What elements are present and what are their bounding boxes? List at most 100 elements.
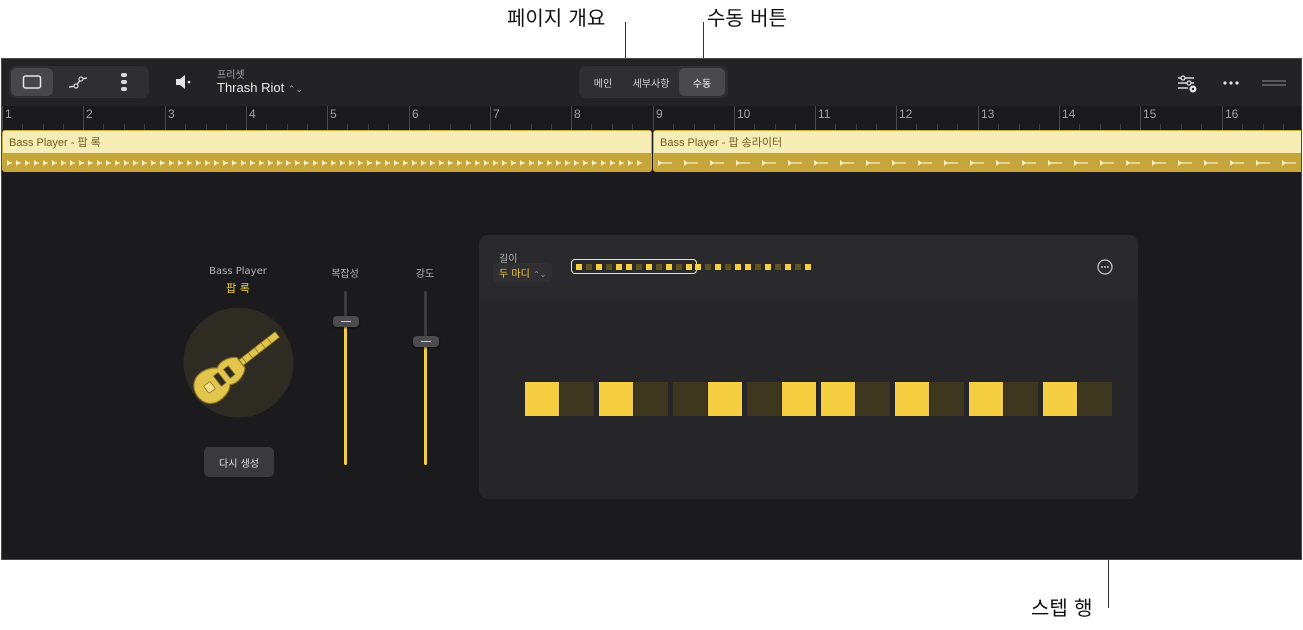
- region-1[interactable]: Bass Player - 팝 록: [2, 130, 652, 172]
- note-head: [169, 160, 173, 166]
- note-head: [610, 160, 614, 166]
- step-group: [747, 382, 817, 416]
- note-head: [601, 160, 605, 166]
- note-head: [457, 160, 461, 166]
- note-head: [574, 160, 578, 166]
- step-cell[interactable]: [673, 382, 707, 416]
- length-selector[interactable]: 두 마디 ⌃⌄: [493, 263, 553, 282]
- note-head: [214, 160, 218, 166]
- note-head: [367, 160, 371, 166]
- bar-tick: [165, 106, 166, 130]
- step-cell[interactable]: [821, 382, 855, 416]
- step-cell[interactable]: [782, 382, 816, 416]
- step-cell[interactable]: [708, 382, 742, 416]
- tab-details[interactable]: 세부사항: [625, 68, 677, 96]
- note-head: [97, 160, 101, 166]
- step-cell[interactable]: [969, 382, 1003, 416]
- player-name: Bass Player: [209, 266, 267, 277]
- step-cell[interactable]: [1078, 382, 1112, 416]
- page-overview-2[interactable]: [691, 259, 815, 274]
- tab-main[interactable]: 메인: [583, 68, 623, 96]
- bar-number: 7: [493, 107, 500, 121]
- step-group: [673, 382, 743, 416]
- note-head: [376, 160, 380, 166]
- more-button[interactable]: [1219, 71, 1243, 95]
- overview-step: [755, 263, 761, 270]
- drummer-lanes-button[interactable]: [103, 68, 145, 96]
- note-head: [628, 160, 632, 166]
- preset-selector[interactable]: Thrash Riot ⌃⌄: [217, 80, 303, 95]
- automation-button[interactable]: [57, 68, 99, 96]
- note-head: [7, 160, 11, 166]
- note-head: [814, 160, 818, 166]
- bar-tick: [409, 106, 410, 130]
- speaker-button[interactable]: [172, 71, 194, 93]
- more-icon: [1223, 81, 1239, 85]
- step-group: [599, 382, 669, 416]
- note-head: [295, 160, 299, 166]
- overview-step: [576, 263, 582, 270]
- note-head: [313, 160, 317, 166]
- pattern-more-button[interactable]: [1097, 259, 1113, 275]
- overview-step: [666, 263, 672, 270]
- note-head: [106, 160, 110, 166]
- resize-handle[interactable]: [1261, 71, 1287, 95]
- step-cell[interactable]: [930, 382, 964, 416]
- note-head: [160, 160, 164, 166]
- overview-step: [805, 263, 811, 270]
- overview-step: [586, 263, 592, 270]
- step-group: [895, 382, 965, 416]
- note-head: [502, 160, 506, 166]
- step-cell[interactable]: [1004, 382, 1038, 416]
- view-segment-control: 메인 세부사항 수동: [579, 66, 728, 98]
- note-head: [115, 160, 119, 166]
- step-group: [969, 382, 1039, 416]
- step-group: [1043, 382, 1113, 416]
- note-head: [892, 160, 896, 166]
- pattern-header: 길이 두 마디 ⌃⌄: [479, 235, 1138, 297]
- bar-number: 15: [1143, 107, 1157, 121]
- step-cell[interactable]: [1043, 382, 1077, 416]
- tab-manual[interactable]: 수동: [679, 68, 725, 96]
- page-overview-1[interactable]: [571, 259, 697, 274]
- toolbar: 프리셋 Thrash Riot ⌃⌄ 메인 세부사항 수동: [2, 59, 1301, 106]
- note-head: [34, 160, 38, 166]
- note-head: [277, 160, 281, 166]
- sliders-settings-button[interactable]: [1175, 71, 1199, 95]
- callout-manual-button: 수동 버튼: [707, 6, 787, 30]
- note-head: [466, 160, 470, 166]
- regenerate-button[interactable]: 다시 생성: [204, 447, 274, 477]
- intensity-slider[interactable]: [424, 291, 427, 465]
- step-cell[interactable]: [634, 382, 668, 416]
- note-head: [340, 160, 344, 166]
- bar-tick: [1059, 106, 1060, 130]
- region-2[interactable]: Bass Player - 팝 송라이터: [653, 130, 1301, 172]
- chevron-up-down-icon: ⌃⌄: [287, 84, 303, 94]
- step-cell[interactable]: [560, 382, 594, 416]
- note-head: [331, 160, 335, 166]
- note-head: [583, 160, 587, 166]
- automation-icon: [68, 76, 88, 89]
- step-cell[interactable]: [599, 382, 633, 416]
- overview-step: [656, 263, 662, 270]
- player-style: 팝 록: [226, 282, 250, 295]
- note-head: [996, 160, 1000, 166]
- complexity-slider-knob[interactable]: [333, 315, 359, 327]
- intensity-label: 강도: [415, 269, 435, 280]
- step-cell[interactable]: [525, 382, 559, 416]
- step-cell[interactable]: [895, 382, 929, 416]
- overview-step: [785, 263, 791, 270]
- note-head: [52, 160, 56, 166]
- single-view-button[interactable]: [11, 68, 53, 96]
- note-head: [619, 160, 623, 166]
- intensity-slider-knob[interactable]: [413, 336, 439, 348]
- note-head: [16, 160, 20, 166]
- note-head: [448, 160, 452, 166]
- timeline-ruler[interactable]: 1 2 3 4 5 6 7 8 9 10 11 12 13 14 15 16: [2, 106, 1301, 130]
- step-cell[interactable]: [856, 382, 890, 416]
- step-cell[interactable]: [747, 382, 781, 416]
- bar-tick: [83, 106, 84, 130]
- note-head: [520, 160, 524, 166]
- player-avatar[interactable]: [183, 307, 294, 418]
- note-head: [1230, 160, 1234, 166]
